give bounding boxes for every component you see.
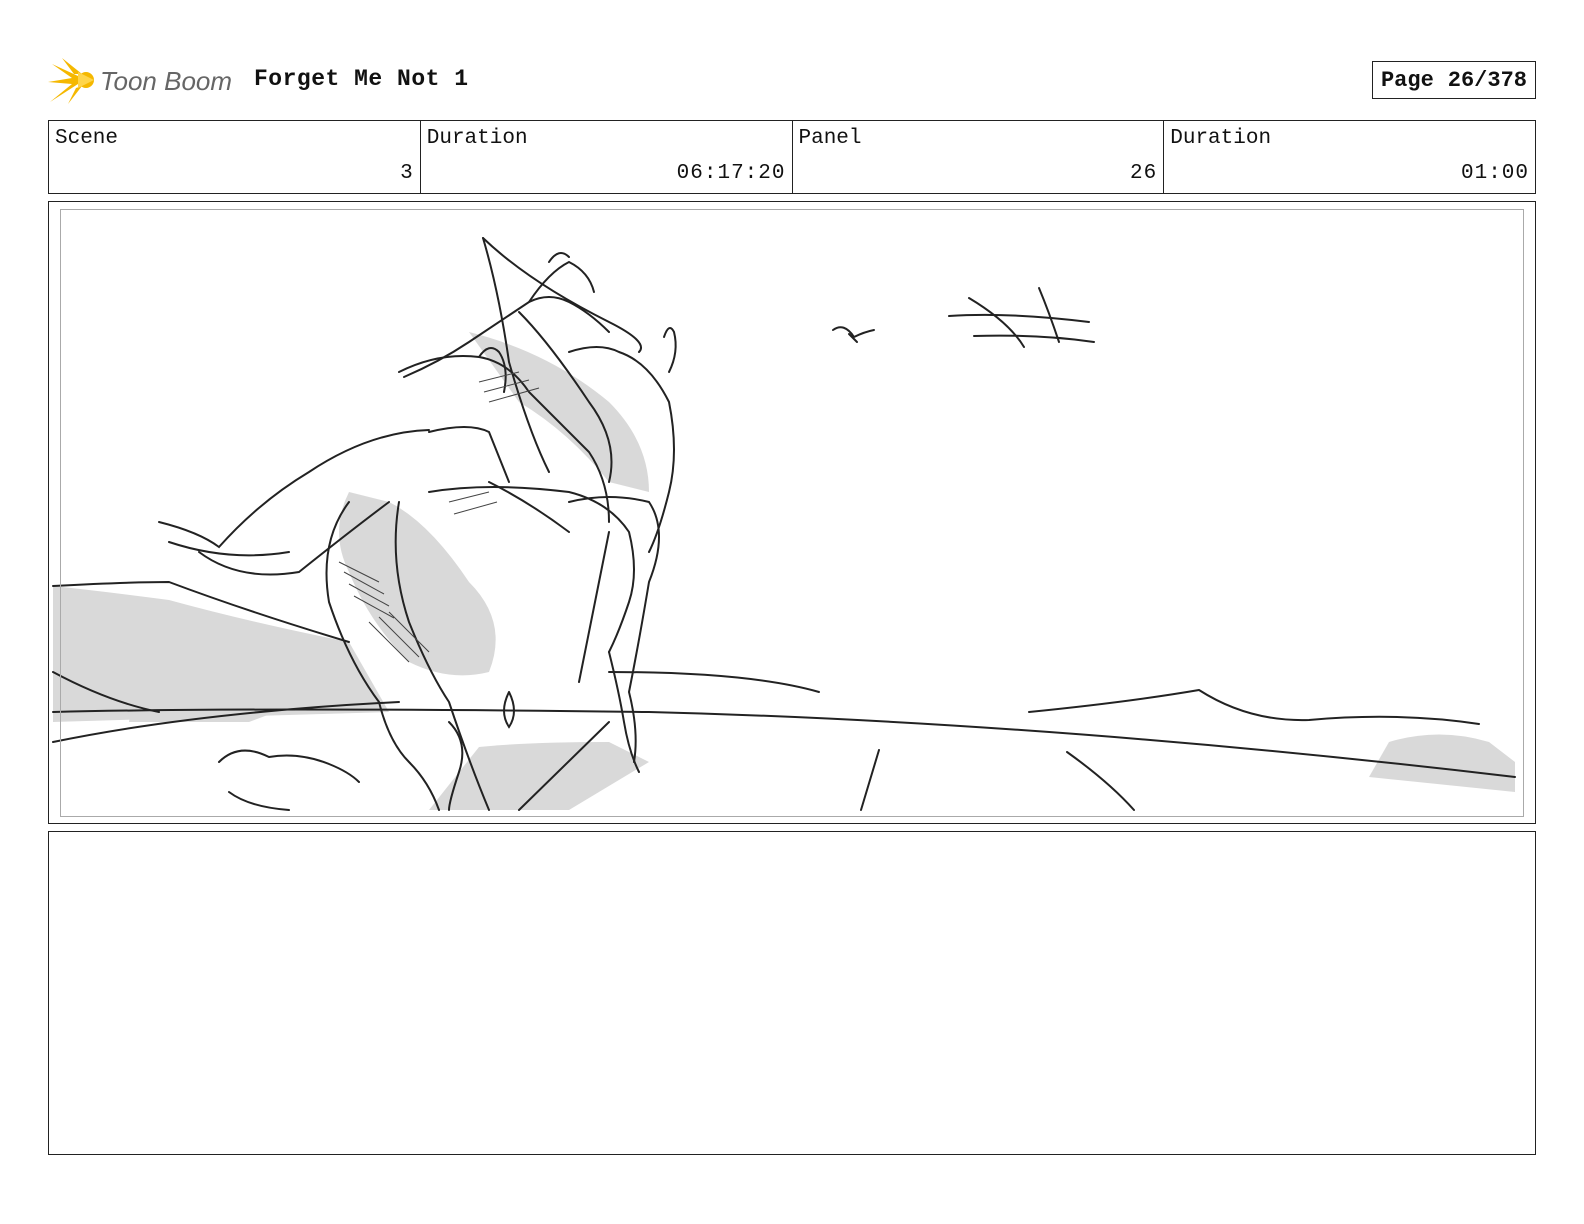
panel-duration-label: Duration <box>1170 127 1272 150</box>
project-title: Forget Me Not 1 <box>254 66 469 92</box>
scene-label: Scene <box>55 127 119 150</box>
panel-duration-value: 01:00 <box>1460 162 1529 185</box>
logo-text: Toon Boom <box>100 66 232 96</box>
panel-label: Panel <box>798 127 862 150</box>
page-number: 26/378 <box>1447 67 1527 93</box>
panel-notes-area <box>48 831 1536 1155</box>
safe-area-border <box>60 209 1524 817</box>
panel-value: 26 <box>1130 162 1158 185</box>
scene-duration-value: 06:17:20 <box>676 162 786 185</box>
storyboard-panel-frame <box>48 201 1536 824</box>
panel-info-table: Scene 3 Duration 06:17:20 Panel 26 Durat… <box>48 120 1536 194</box>
scene-value: 3 <box>400 162 414 185</box>
scene-duration-label: Duration <box>426 127 528 150</box>
page-indicator: Page 26/378 <box>1371 61 1536 99</box>
panel-duration-cell: Duration 01:00 <box>1163 121 1535 193</box>
page-header: Toon Boom Forget Me Not 1 Page 26/378 <box>48 52 1536 108</box>
toon-boom-logo: Toon Boom <box>48 58 232 104</box>
starburst-icon <box>48 58 94 104</box>
panel-cell: Panel 26 <box>791 121 1164 193</box>
page-label: Page <box>1380 67 1434 93</box>
scene-duration-cell: Duration 06:17:20 <box>419 121 792 193</box>
scene-cell: Scene 3 <box>49 121 420 193</box>
